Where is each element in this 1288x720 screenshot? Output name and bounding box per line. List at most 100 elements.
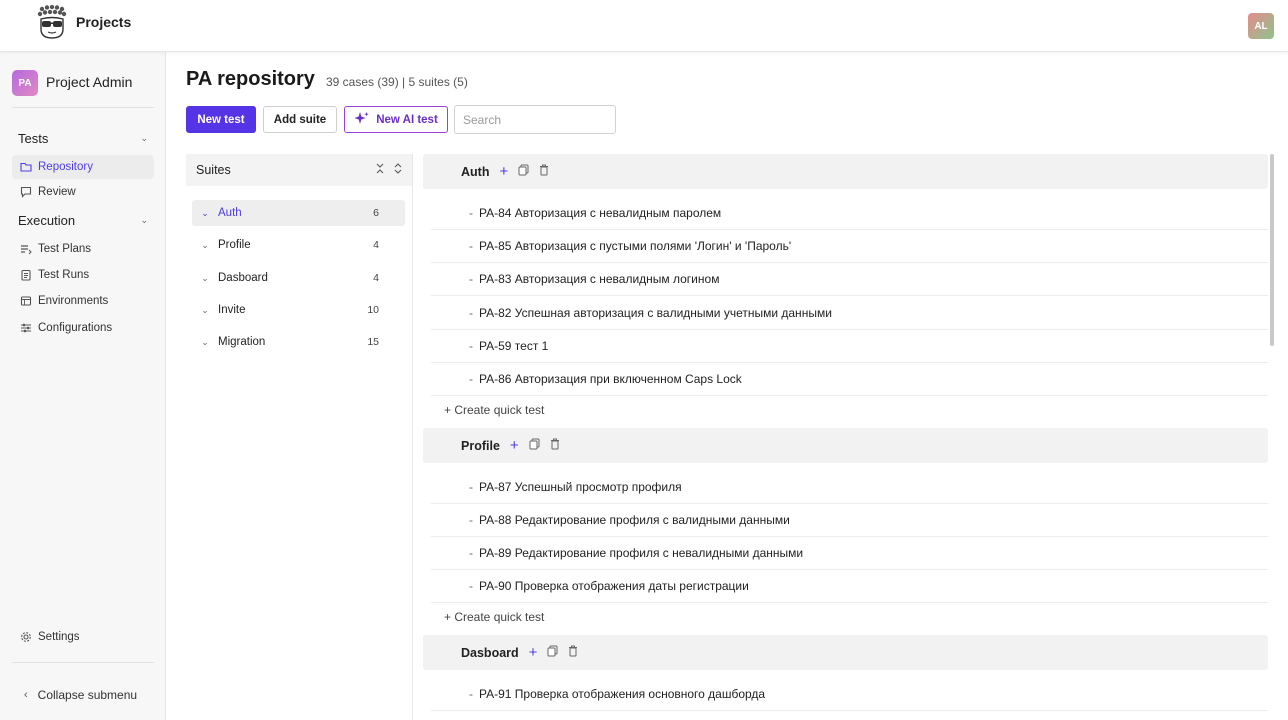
suite-item-migration[interactable]: ⌄ Migration 15 [192,329,405,355]
collapse-submenu-button[interactable]: ‹ Collapse submenu [24,688,137,702]
sidebar-item-settings[interactable]: Settings [12,625,154,649]
case-row[interactable]: - PA-91 Проверка отображения основного да… [431,678,1268,711]
chevron-down-icon[interactable]: ⌄ [192,208,218,219]
chevron-down-icon[interactable]: ⌄ [192,337,218,348]
sidebar-item-review[interactable]: Review [12,180,154,204]
case-row[interactable]: - PA-87 Успешный просмотр профиля [431,471,1268,504]
new-ai-test-button[interactable]: New AI test [344,106,448,133]
list-icon [20,243,32,255]
project-avatar[interactable]: PA [12,70,38,96]
review-icon [20,186,32,198]
suite-item-dasboard[interactable]: ⌄ Dasboard 4 [192,265,405,291]
suites-panel-title: Suites [196,163,231,177]
collapse-submenu-label: Collapse submenu [37,688,138,702]
plus-icon[interactable]: + [529,644,538,661]
sparkle-icon [354,111,370,128]
dash-icon: - [469,546,473,560]
suite-header-auth: Auth + [423,154,1268,189]
sidebar: PA Project Admin Tests ⌄ Repository Revi… [0,52,166,720]
section-execution-toggle[interactable]: Execution ⌄ [18,211,148,229]
trash-icon[interactable] [539,164,549,179]
suites-panel-header: Suites [186,154,412,186]
suite-item-profile[interactable]: ⌄ Profile 4 [192,232,405,258]
chevron-down-icon: ⌄ [140,214,148,225]
case-title: PA-91 Проверка отображения основного даш… [479,687,766,701]
suite-count: 10 [367,304,379,316]
trash-icon[interactable] [550,438,560,453]
sidebar-item-repository[interactable]: Repository [12,155,154,179]
clipboard-icon [20,269,32,281]
page-title: PA repository [186,68,315,90]
case-title: PA-87 Успешный просмотр профиля [479,480,682,494]
suite-name: Profile [218,239,251,251]
cases-panel: Auth + - PA-84 Авторизация с невалидным п… [423,154,1268,720]
case-row[interactable]: - PA-82 Успешная авторизация с валидными … [431,297,1268,330]
section-tests-toggle[interactable]: Tests ⌄ [18,129,148,147]
dash-icon: - [469,306,473,320]
copy-icon[interactable] [518,164,529,179]
trash-icon[interactable] [568,645,578,660]
suite-header-dasboard: Dasboard + [423,635,1268,670]
case-row[interactable]: - PA-84 Авторизация с невалидным паролем [431,197,1268,230]
section-execution-label: Execution [18,212,76,228]
sidebar-item-label: Test Runs [38,269,90,281]
section-tests-label: Tests [18,130,49,146]
plus-icon[interactable]: + [510,437,519,454]
app-title[interactable]: Projects [76,14,131,30]
chevron-down-icon[interactable]: ⌄ [192,240,218,251]
suite-header-title: Dasboard [461,645,519,660]
sidebar-item-environments[interactable]: Environments [12,289,154,313]
create-quick-test-link[interactable]: + Create quick test [444,610,544,624]
chevron-down-icon[interactable]: ⌄ [192,305,218,316]
sidebar-item-test-runs[interactable]: Test Runs [12,263,154,287]
suite-header-title: Auth [461,164,490,179]
sidebar-item-configurations[interactable]: Configurations [12,316,154,340]
case-row[interactable]: - PA-59 тест 1 [431,330,1268,363]
search-input[interactable] [454,105,616,134]
project-name[interactable]: Project Admin [46,74,132,90]
sidebar-divider [12,107,154,108]
case-title: PA-89 Редактирование профиля с невалидны… [479,546,804,560]
suite-count: 6 [373,207,379,219]
cases-scrollbar[interactable] [1270,154,1274,346]
copy-icon[interactable] [529,438,540,453]
dash-icon: - [469,339,473,353]
copy-icon[interactable] [547,645,558,660]
sidebar-divider [12,662,154,663]
create-quick-test-link[interactable]: + Create quick test [444,403,544,417]
chevron-down-icon[interactable]: ⌄ [192,273,218,284]
app-logo-icon[interactable] [36,4,68,41]
case-row[interactable]: - PA-90 Проверка отображения даты регистр… [431,570,1268,603]
case-row[interactable]: - PA-89 Редактирование профиля с невалидн… [431,537,1268,570]
chevron-left-icon: ‹ [24,689,28,701]
suite-item-auth[interactable]: ⌄ Auth 6 [192,200,405,226]
collapse-all-icon[interactable] [376,163,384,176]
environment-icon [20,295,32,307]
dash-icon: - [469,687,473,701]
sidebar-item-label: Repository [38,161,93,173]
new-test-button[interactable]: New test [186,106,256,133]
sidebar-item-label: Environments [38,295,109,307]
user-avatar[interactable]: AL [1248,13,1274,39]
add-suite-button[interactable]: Add suite [263,106,337,133]
sidebar-item-test-plans[interactable]: Test Plans [12,237,154,261]
expand-all-icon[interactable] [394,163,402,176]
case-row[interactable]: - PA-88 Редактирование профиля с валидным… [431,504,1268,537]
plus-icon[interactable]: + [499,163,508,180]
suite-name: Dasboard [218,272,268,284]
case-title: PA-82 Успешная авторизация с валидными у… [479,306,832,320]
dash-icon: - [469,480,473,494]
case-title: PA-90 Проверка отображения даты регистра… [479,579,749,593]
sidebar-item-label: Settings [38,631,80,643]
dash-icon: - [469,206,473,220]
folder-icon [20,161,32,173]
sidebar-item-label: Test Plans [38,243,92,255]
suite-header-title: Profile [461,438,500,453]
suite-item-invite[interactable]: ⌄ Invite 10 [192,297,405,323]
suite-name: Invite [218,304,246,316]
suite-name: Auth [218,207,242,219]
case-row[interactable]: - PA-83 Авторизация с невалидным логином [431,263,1268,296]
case-row[interactable]: - PA-86 Авторизация при включенном Caps L… [431,363,1268,396]
new-ai-test-label: New AI test [376,113,438,126]
case-row[interactable]: - PA-85 Авторизация с пустыми полями 'Лог… [431,230,1268,263]
